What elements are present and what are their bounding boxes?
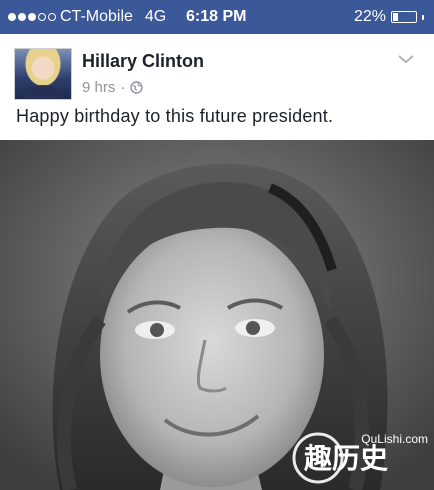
- avatar[interactable]: [14, 48, 72, 100]
- clock: 6:18 PM: [186, 8, 247, 25]
- network-type: 4G: [144, 8, 167, 25]
- battery-status: 22%: [354, 8, 424, 26]
- carrier-name: CT-Mobile: [60, 8, 133, 25]
- post-photo[interactable]: 趣历史 QuLishi.com: [0, 140, 434, 490]
- meta-separator: ·: [120, 79, 126, 96]
- watermark-site: QuLishi.com: [361, 432, 428, 446]
- author-name[interactable]: Hillary Clinton: [82, 51, 204, 72]
- watermark-logo-text: 趣历史: [304, 442, 388, 475]
- signal-strength-icon: [8, 13, 56, 21]
- status-bar: CT-Mobile 4G 6:18 PM 22%: [0, 0, 434, 34]
- battery-icon: [391, 11, 417, 23]
- globe-icon: [130, 81, 144, 94]
- post-text: Happy birthday to this future president.: [16, 106, 334, 126]
- post-header: Hillary Clinton 9 hrs · Happy birthday t…: [0, 34, 434, 140]
- post-meta: 9 hrs ·: [82, 79, 144, 96]
- post-timestamp[interactable]: 9 hrs: [82, 79, 115, 96]
- battery-percent: 22%: [353, 8, 386, 25]
- chevron-down-icon[interactable]: [396, 52, 416, 66]
